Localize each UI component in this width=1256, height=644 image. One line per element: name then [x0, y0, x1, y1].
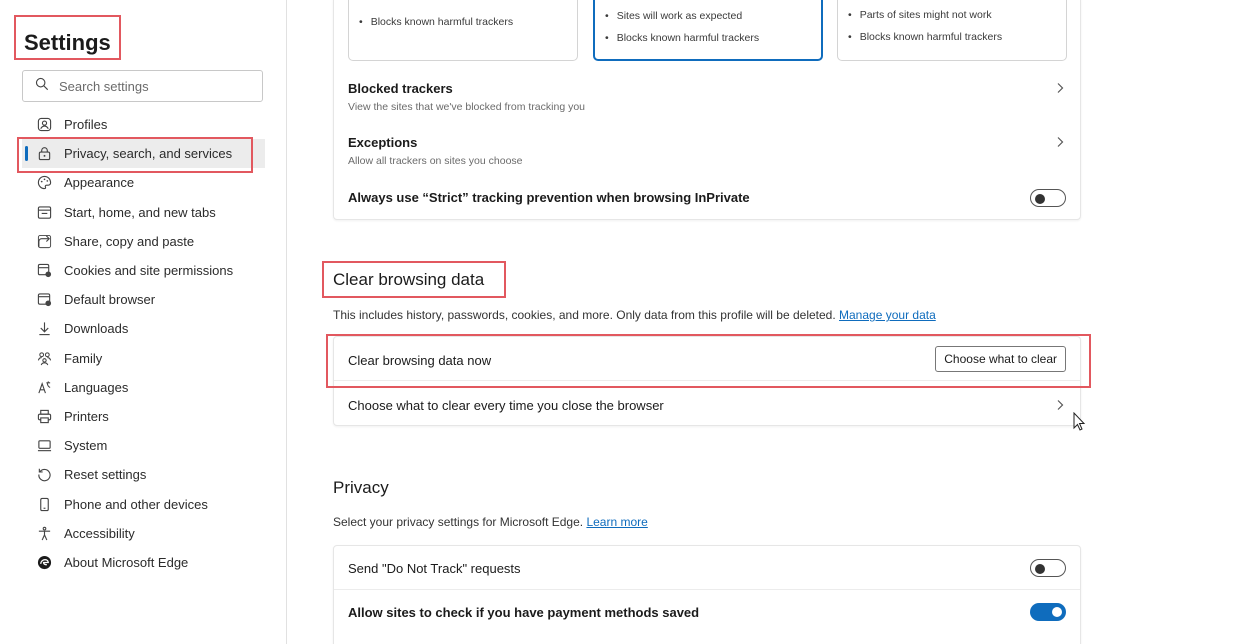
sidebar-item-label: Share, copy and paste	[64, 233, 195, 249]
sidebar-item-label: Profiles	[64, 117, 108, 133]
palette-icon	[36, 175, 52, 191]
strict-inprivate-label: Always use “Strict” tracking prevention …	[348, 190, 750, 205]
do-not-track-label: Send "Do Not Track" requests	[348, 561, 521, 576]
search-icon	[35, 77, 49, 96]
strict-inprivate-row: Always use “Strict” tracking prevention …	[334, 183, 1080, 213]
sidebar-item-label: Default browser	[64, 292, 156, 308]
privacy-card: Send "Do Not Track" requests Allow sites…	[333, 545, 1081, 644]
sidebar-item-default-browser[interactable]: Default browser	[22, 285, 265, 314]
sidebar-item-share[interactable]: Share, copy and paste	[22, 227, 265, 256]
payment-methods-toggle[interactable]	[1030, 603, 1066, 621]
payment-methods-label: Allow sites to check if you have payment…	[348, 605, 700, 620]
clear-browsing-data-description: This includes history, passwords, cookie…	[333, 308, 936, 322]
sidebar-item-about[interactable]: About Microsoft Edge	[22, 548, 265, 577]
privacy-description-text: Select your privacy settings for Microso…	[333, 515, 584, 529]
sidebar-item-label: Phone and other devices	[64, 496, 208, 512]
privacy-heading: Privacy	[333, 478, 389, 497]
chevron-right-icon	[1054, 398, 1066, 410]
sidebar-item-label: Cookies and site permissions	[64, 263, 234, 279]
sidebar-item-reset[interactable]: Reset settings	[22, 460, 265, 489]
manage-your-data-link[interactable]: Manage your data	[839, 308, 936, 322]
tracking-option-bullet: Blocks known harmful trackers	[359, 16, 513, 28]
family-icon	[36, 350, 52, 366]
sidebar-item-label: Printers	[64, 408, 109, 424]
languages-icon	[36, 379, 52, 395]
sidebar-item-label: Start, home, and new tabs	[64, 204, 216, 220]
learn-more-link[interactable]: Learn more	[586, 515, 647, 529]
sidebar-item-label: Downloads	[64, 321, 129, 337]
chevron-right-icon	[1054, 81, 1066, 93]
sidebar-nav: Profiles Privacy, search, and services A…	[22, 110, 265, 577]
sidebar-item-label: Appearance	[64, 175, 135, 191]
exceptions-title: Exceptions	[348, 135, 418, 150]
strict-inprivate-toggle[interactable]	[1030, 189, 1066, 207]
sidebar-item-languages[interactable]: Languages	[22, 373, 265, 402]
cookies-icon	[36, 263, 52, 279]
share-icon	[36, 233, 52, 249]
sidebar-item-label: Family	[64, 350, 103, 366]
phone-icon	[36, 496, 52, 512]
tracking-option-basic[interactable]: Blocks known harmful trackers	[348, 0, 578, 61]
accessibility-icon	[36, 525, 52, 541]
sidebar-item-family[interactable]: Family	[22, 344, 265, 373]
sidebar-item-printers[interactable]: Printers	[22, 402, 265, 431]
blocked-trackers-subtitle: View the sites that we've blocked from t…	[348, 101, 586, 113]
clear-on-close-label: Choose what to clear every time you clos…	[348, 398, 664, 413]
settings-sidebar: Settings Profiles Privacy, search, and s…	[0, 0, 287, 644]
highlight-box-settings-title	[14, 15, 121, 60]
payment-methods-row: Allow sites to check if you have payment…	[334, 590, 1080, 634]
sidebar-item-system[interactable]: System	[22, 431, 265, 460]
blocked-trackers-title: Blocked trackers	[348, 81, 453, 96]
sidebar-item-label: About Microsoft Edge	[64, 554, 189, 570]
blocked-trackers-row[interactable]: Blocked trackers View the sites that we'…	[334, 71, 1080, 123]
sidebar-item-profiles[interactable]: Profiles	[22, 110, 265, 139]
sidebar-item-accessibility[interactable]: Accessibility	[22, 519, 265, 548]
download-icon	[36, 321, 52, 337]
sidebar-item-cookies[interactable]: Cookies and site permissions	[22, 256, 265, 285]
home-tab-icon	[36, 204, 52, 220]
tracking-option-bullet: Blocks known harmful trackers	[848, 31, 1002, 43]
system-icon	[36, 438, 52, 454]
exceptions-subtitle: Allow all trackers on sites you choose	[348, 155, 523, 167]
clear-description-text: This includes history, passwords, cookie…	[333, 308, 836, 322]
sidebar-item-downloads[interactable]: Downloads	[22, 314, 265, 343]
sidebar-item-label: Accessibility	[64, 525, 135, 541]
search-box[interactable]	[22, 70, 263, 102]
do-not-track-toggle[interactable]	[1030, 559, 1066, 577]
search-input[interactable]	[59, 78, 249, 94]
privacy-description: Select your privacy settings for Microso…	[333, 515, 648, 529]
sidebar-item-label: System	[64, 438, 108, 454]
sidebar-item-phone[interactable]: Phone and other devices	[22, 489, 265, 518]
chevron-right-icon	[1054, 135, 1066, 147]
sidebar-item-start-home[interactable]: Start, home, and new tabs	[22, 198, 265, 227]
edge-logo-icon	[36, 554, 52, 570]
sidebar-item-label: Reset settings	[64, 467, 147, 483]
exceptions-row[interactable]: Exceptions Allow all trackers on sites y…	[334, 125, 1080, 177]
highlight-box-clear-heading	[322, 261, 506, 298]
tracking-option-bullet: Sites will work as expected	[605, 10, 742, 22]
profile-icon	[36, 117, 52, 133]
tracking-option-bullet: Parts of sites might not work	[848, 9, 992, 21]
printer-icon	[36, 408, 52, 424]
highlight-box-clear-now	[326, 334, 1091, 388]
do-not-track-row: Send "Do Not Track" requests	[334, 546, 1080, 590]
tracking-option-strict[interactable]: Parts of sites might not work Blocks kno…	[837, 0, 1067, 61]
reset-icon	[36, 467, 52, 483]
sidebar-item-label: Languages	[64, 379, 129, 395]
tracking-option-bullet: Blocks known harmful trackers	[605, 32, 759, 44]
tracking-prevention-card: Blocks known harmful trackers Sites will…	[333, 0, 1081, 220]
browser-icon	[36, 292, 52, 308]
mouse-cursor-icon	[1073, 411, 1087, 432]
highlight-box-privacy-item	[17, 137, 253, 173]
tracking-option-balanced[interactable]: Sites will work as expected Blocks known…	[593, 0, 823, 61]
